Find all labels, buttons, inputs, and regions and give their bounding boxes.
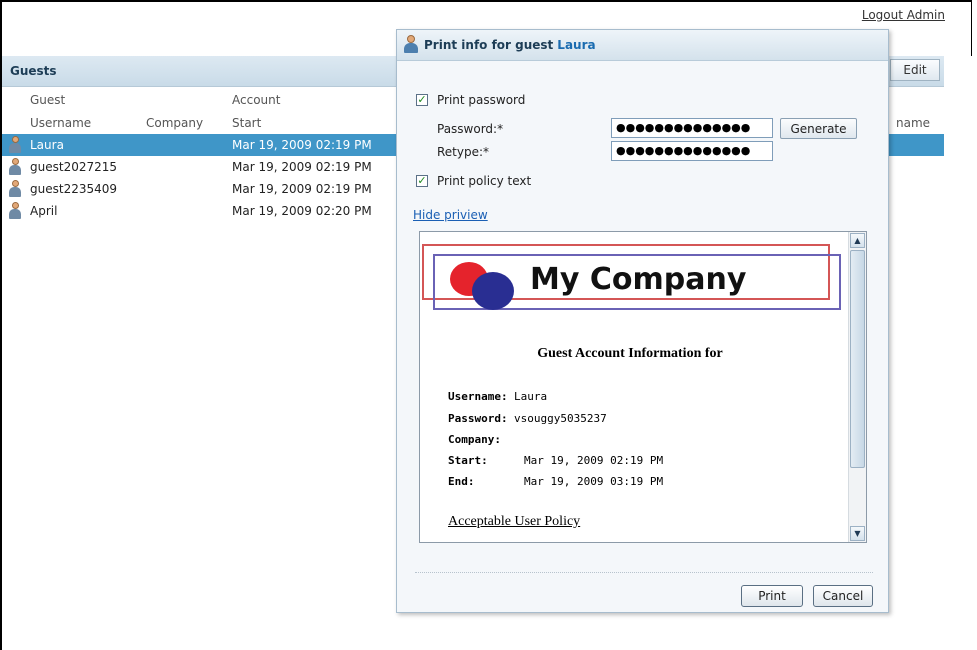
- preview-end-line: End: Mar 19, 2009 03:19 PM: [448, 475, 663, 488]
- user-icon: [9, 136, 21, 154]
- preview-start-label: Start:: [448, 454, 488, 467]
- column-header-start[interactable]: Start: [232, 112, 261, 134]
- company-logo-text: My Company: [530, 262, 747, 297]
- guests-title: Guests: [10, 64, 57, 78]
- preview-company-line: Company:: [448, 433, 514, 446]
- preview-password-value: vsouggy5035237: [514, 412, 607, 425]
- hide-preview-link[interactable]: Hide priview: [413, 208, 488, 222]
- preview-password-label: Password:: [448, 412, 508, 425]
- preview-start-line: Start: Mar 19, 2009 02:19 PM: [448, 454, 663, 467]
- scrollbar-thumb[interactable]: [850, 250, 865, 468]
- column-header-name[interactable]: name: [896, 112, 930, 134]
- row-username: Laura: [30, 138, 64, 152]
- column-group-account: Account: [232, 93, 281, 107]
- edit-button[interactable]: Edit: [890, 59, 940, 81]
- print-preview: My Company Guest Account Information for…: [419, 231, 867, 543]
- password-label: Password:*: [437, 122, 504, 136]
- password-field[interactable]: ●●●●●●●●●●●●●●: [611, 118, 773, 138]
- column-header-username[interactable]: Username: [30, 112, 91, 134]
- preview-end-value: Mar 19, 2009 03:19 PM: [524, 475, 664, 488]
- logout-link[interactable]: Logout Admin: [862, 8, 945, 22]
- print-button[interactable]: Print: [741, 585, 803, 607]
- scroll-down-arrow-icon[interactable]: ▼: [850, 526, 865, 541]
- row-username: April: [30, 204, 58, 218]
- acceptable-use-policy-link[interactable]: Acceptable User Policy: [448, 514, 580, 530]
- user-icon: [404, 35, 418, 53]
- preview-company-label: Company:: [448, 433, 501, 446]
- user-icon: [9, 202, 21, 220]
- print-policy-label: Print policy text: [437, 174, 532, 188]
- row-start: Mar 19, 2009 02:19 PM: [232, 160, 372, 174]
- row-start: Mar 19, 2009 02:19 PM: [232, 138, 372, 152]
- preview-username-label: Username:: [448, 390, 508, 403]
- print-password-label: Print password: [437, 93, 526, 107]
- row-username: guest2235409: [30, 182, 118, 196]
- dialog-separator: [415, 572, 873, 573]
- dialog-title: Print info for guest Laura: [424, 38, 596, 52]
- preview-heading: Guest Account Information for: [537, 346, 723, 361]
- dialog-titlebar[interactable]: Print info for guest Laura: [397, 30, 888, 61]
- preview-username-line: Username: Laura: [448, 390, 547, 403]
- cancel-button[interactable]: Cancel: [813, 585, 873, 607]
- print-password-checkbox[interactable]: ✓: [416, 94, 428, 106]
- column-group-guest: Guest: [30, 93, 66, 107]
- scroll-up-arrow-icon[interactable]: ▲: [850, 233, 865, 248]
- column-header-company[interactable]: Company: [146, 112, 203, 134]
- print-policy-checkbox[interactable]: ✓: [416, 175, 428, 187]
- right-margin: [944, 56, 972, 650]
- preview-username-value: Laura: [514, 390, 548, 403]
- logo-blue-circle: [472, 272, 514, 310]
- retype-password-field[interactable]: ●●●●●●●●●●●●●●: [611, 141, 773, 161]
- retype-label: Retype:*: [437, 145, 490, 159]
- preview-password-line: Password: vsouggy5035237: [448, 412, 607, 425]
- row-username: guest2027215: [30, 160, 118, 174]
- preview-start-value: Mar 19, 2009 02:19 PM: [524, 454, 664, 467]
- row-start: Mar 19, 2009 02:19 PM: [232, 182, 372, 196]
- user-icon: [9, 158, 21, 176]
- preview-end-label: End:: [448, 475, 475, 488]
- user-icon: [9, 180, 21, 198]
- preview-scrollbar[interactable]: ▲ ▼: [848, 232, 866, 542]
- row-start: Mar 19, 2009 02:20 PM: [232, 204, 372, 218]
- dialog-title-text: Print info for guest: [424, 38, 554, 52]
- print-info-dialog: Print info for guest Laura ✓ Print passwo…: [396, 29, 889, 613]
- generate-button[interactable]: Generate: [780, 118, 857, 139]
- dialog-guest-name: Laura: [557, 38, 596, 52]
